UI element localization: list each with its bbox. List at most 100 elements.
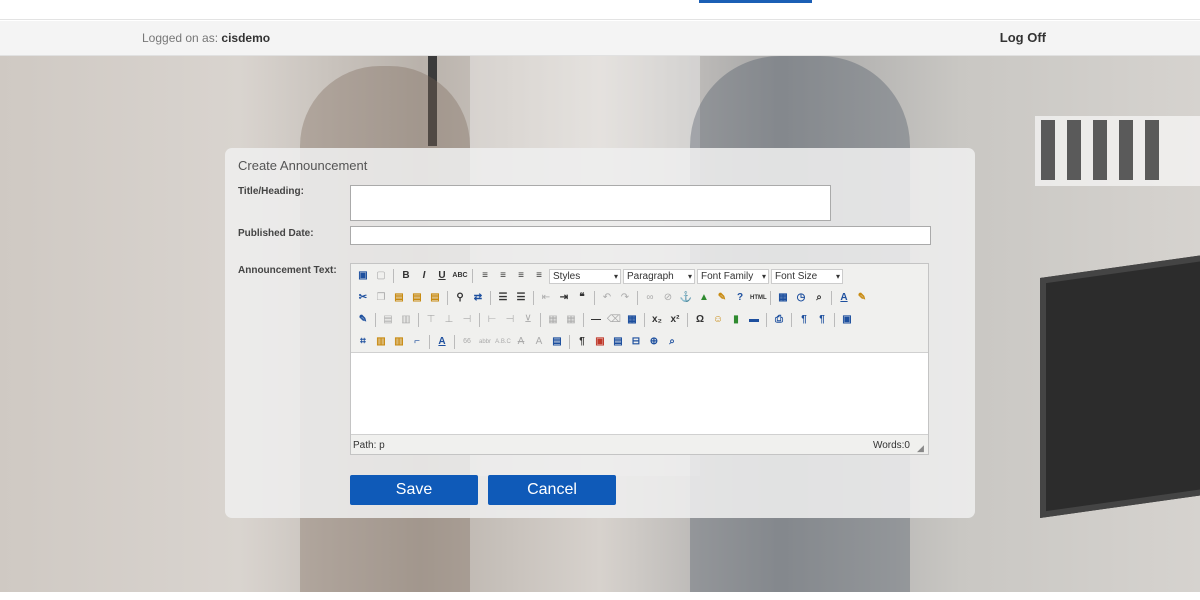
acronym-icon[interactable]: A.B.C <box>495 334 511 350</box>
styleprops-icon[interactable]: A <box>434 334 450 350</box>
cleanup-icon[interactable]: ✎ <box>714 290 730 306</box>
html-source-icon[interactable]: HTML <box>750 290 767 306</box>
save-icon[interactable]: ▣ <box>355 268 371 284</box>
active-nav-indicator <box>699 0 812 3</box>
table-row-props-icon[interactable]: ▤ <box>380 312 396 328</box>
subscript-icon[interactable]: x₂ <box>649 312 665 328</box>
save-button[interactable]: Save <box>350 475 478 505</box>
unlink-icon[interactable]: ⊘ <box>660 290 676 306</box>
advanced-hr-icon[interactable]: ▬ <box>746 312 762 328</box>
emoticon-icon[interactable]: ☺ <box>710 312 726 328</box>
print-icon[interactable]: ⎙ <box>771 312 787 328</box>
align-right-icon[interactable]: ≡ <box>513 268 529 284</box>
insert-layer-icon[interactable]: ⌗ <box>355 334 371 350</box>
log-off-link[interactable]: Log Off <box>1000 30 1046 45</box>
font-color-icon[interactable]: A <box>836 290 852 306</box>
title-heading-input[interactable] <box>350 185 831 221</box>
strikethrough-icon[interactable]: ABC <box>452 268 468 284</box>
remove-format-icon[interactable]: ⌫ <box>606 312 622 328</box>
paragraph-dropdown[interactable]: Paragraph ▾ <box>623 268 695 284</box>
toolbar-separator <box>594 291 595 305</box>
font-size-value: Font Size <box>775 270 818 282</box>
table-cell-props-icon[interactable]: ▥ <box>398 312 414 328</box>
page-break-icon[interactable]: ⊟ <box>628 334 644 350</box>
indent-icon[interactable]: ⇥ <box>556 290 572 306</box>
wall-screen <box>1040 254 1200 518</box>
image-icon[interactable]: ▲ <box>696 290 712 306</box>
align-left-icon[interactable]: ≡ <box>477 268 493 284</box>
insert-col-after-icon[interactable]: ⊣ <box>502 312 518 328</box>
insert-row-after-icon[interactable]: ⊥ <box>441 312 457 328</box>
template-icon[interactable]: ▤ <box>610 334 626 350</box>
resize-handle-icon[interactable]: ◢ <box>917 443 927 453</box>
media-icon[interactable]: ▮ <box>728 312 744 328</box>
fullscreen-icon[interactable]: ▣ <box>839 312 855 328</box>
insert-col-before-icon[interactable]: ⊢ <box>484 312 500 328</box>
paste-word-icon[interactable]: ▤ <box>427 290 443 306</box>
editor-content-area[interactable] <box>351 352 928 435</box>
horizontal-rule-icon[interactable]: — <box>588 312 604 328</box>
ltr-icon[interactable]: ¶ <box>796 312 812 328</box>
insertion-icon[interactable]: A <box>531 334 547 350</box>
published-date-label: Published Date: <box>238 228 314 239</box>
preview-icon[interactable]: ⌕ <box>811 290 827 306</box>
deletion-icon[interactable]: A <box>513 334 529 350</box>
published-date-input[interactable] <box>350 226 931 245</box>
toolbar-separator <box>831 291 832 305</box>
insert-image-search-icon[interactable]: ⌕ <box>664 334 680 350</box>
toolbar-row: ✂ ❐ ▤ ▤ ▤ ⚲ ⇄ ☰ ☰ ⇤ ⇥ ❝ ↶ ↷ ∞ ⊘ ⚓ ▲ ✎ ? … <box>355 288 870 308</box>
bullet-list-icon[interactable]: ☰ <box>495 290 511 306</box>
highlight-color-icon[interactable]: ✎ <box>854 290 870 306</box>
cancel-button[interactable]: Cancel <box>488 475 616 505</box>
delete-row-icon[interactable]: ⊣ <box>459 312 475 328</box>
edit-css-icon[interactable]: ✎ <box>355 312 371 328</box>
bold-icon[interactable]: B <box>398 268 414 284</box>
cut-icon[interactable]: ✂ <box>355 290 371 306</box>
undo-icon[interactable]: ↶ <box>599 290 615 306</box>
insert-date-icon[interactable]: ▦ <box>775 290 791 306</box>
abbreviation-icon[interactable]: abbr <box>477 334 493 350</box>
superscript-icon[interactable]: x² <box>667 312 683 328</box>
anchor-icon[interactable]: ⚓ <box>678 290 694 306</box>
outdent-icon[interactable]: ⇤ <box>538 290 554 306</box>
move-forward-icon[interactable]: ▥ <box>373 334 389 350</box>
paragraph-value: Paragraph <box>627 270 674 282</box>
absolute-position-icon[interactable]: ⌐ <box>409 334 425 350</box>
styles-dropdown[interactable]: Styles ▾ <box>549 268 621 284</box>
special-character-icon[interactable]: Ω <box>692 312 708 328</box>
align-center-icon[interactable]: ≡ <box>495 268 511 284</box>
non-breaking-space-icon[interactable]: ▣ <box>592 334 608 350</box>
show-invisibles-icon[interactable]: ¶ <box>574 334 590 350</box>
align-justify-icon[interactable]: ≡ <box>531 268 547 284</box>
find-icon[interactable]: ⚲ <box>452 290 468 306</box>
insert-row-before-icon[interactable]: ⊤ <box>423 312 439 328</box>
new-document-icon[interactable]: ▢ <box>373 268 389 284</box>
font-family-dropdown[interactable]: Font Family ▾ <box>697 268 769 284</box>
split-cells-icon[interactable]: ▦ <box>545 312 561 328</box>
move-backward-icon[interactable]: ▥ <box>391 334 407 350</box>
font-size-dropdown[interactable]: Font Size ▾ <box>771 268 843 284</box>
redo-icon[interactable]: ↷ <box>617 290 633 306</box>
copy-icon[interactable]: ❐ <box>373 290 389 306</box>
attributes-icon[interactable]: ▤ <box>549 334 565 350</box>
visual-chars-icon[interactable]: ⊕ <box>646 334 662 350</box>
merge-cells-icon[interactable]: ▦ <box>563 312 579 328</box>
underline-icon[interactable]: U <box>434 268 450 284</box>
numbered-list-icon[interactable]: ☰ <box>513 290 529 306</box>
logged-on-prefix: Logged on as: <box>142 31 219 45</box>
blockquote-icon[interactable]: ❝ <box>574 290 590 306</box>
cite-icon[interactable]: 66 <box>459 334 475 350</box>
delete-col-icon[interactable]: ⊻ <box>520 312 536 328</box>
paste-icon[interactable]: ▤ <box>391 290 407 306</box>
toolbar-row: ✎ ▤ ▥ ⊤ ⊥ ⊣ ⊢ ⊣ ⊻ ▦ ▦ — ⌫ ▦ x₂ x² Ω ☺ ▮ … <box>355 310 855 330</box>
visual-aid-icon[interactable]: ▦ <box>624 312 640 328</box>
element-path: Path: p <box>353 440 385 451</box>
toolbar-separator <box>472 269 473 283</box>
help-icon[interactable]: ? <box>732 290 748 306</box>
italic-icon[interactable]: I <box>416 268 432 284</box>
insert-time-icon[interactable]: ◷ <box>793 290 809 306</box>
link-icon[interactable]: ∞ <box>642 290 658 306</box>
rtl-icon[interactable]: ¶ <box>814 312 830 328</box>
replace-icon[interactable]: ⇄ <box>470 290 486 306</box>
paste-text-icon[interactable]: ▤ <box>409 290 425 306</box>
